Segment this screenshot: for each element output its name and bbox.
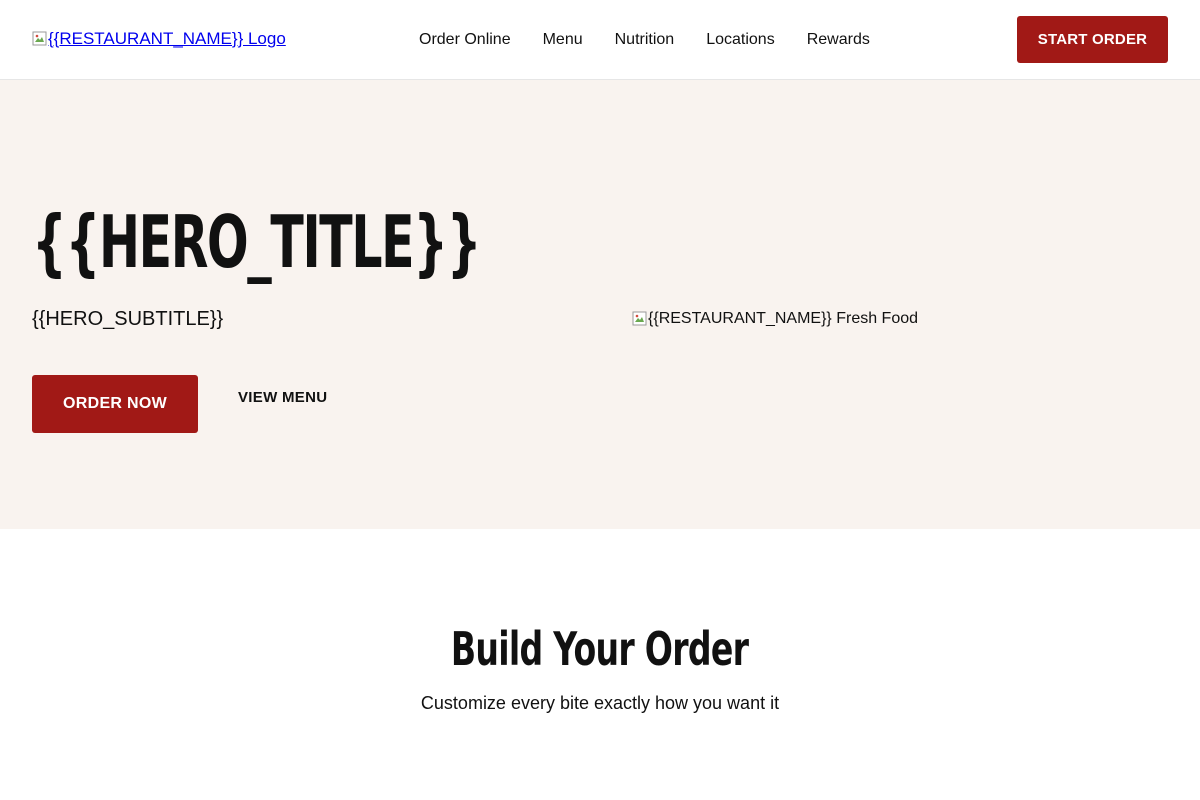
hero-title: {{HERO_TITLE}} (32, 200, 482, 284)
build-your-order-section: Build Your Order Customize every bite ex… (0, 529, 1200, 800)
start-order-button[interactable]: START ORDER (1017, 16, 1168, 63)
broken-image-icon (632, 311, 648, 327)
view-menu-link[interactable]: VIEW MENU (238, 389, 327, 406)
logo-link[interactable]: {{RESTAURANT_NAME}} Logo (32, 28, 286, 50)
hero-image-alt-text: {{RESTAURANT_NAME}} Fresh Food (648, 310, 919, 327)
main-nav: Order Online Menu Nutrition Locations Re… (419, 28, 870, 52)
nav-rewards[interactable]: Rewards (807, 28, 870, 52)
nav-nutrition[interactable]: Nutrition (615, 28, 675, 52)
hero-section: {{HERO_TITLE}} {{HERO_SUBTITLE}} ORDER N… (0, 80, 1200, 529)
logo-alt-text: {{RESTAURANT_NAME}} Logo (48, 29, 286, 48)
section-subtitle: Customize every bite exactly how you wan… (420, 693, 780, 713)
site-header: {{RESTAURANT_NAME}} Logo Order Online Me… (0, 0, 1200, 80)
hero-subtitle: {{HERO_SUBTITLE}} (32, 308, 224, 330)
nav-order-online[interactable]: Order Online (419, 28, 511, 52)
nav-menu[interactable]: Menu (543, 28, 583, 52)
hero-image: {{RESTAURANT_NAME}} Fresh Food (632, 308, 918, 330)
section-title: Build Your Order (0, 621, 1200, 677)
broken-image-icon (32, 31, 48, 47)
order-now-button[interactable]: ORDER NOW (32, 375, 198, 433)
nav-locations[interactable]: Locations (706, 28, 775, 52)
section-title-text: Build Your Order (451, 622, 749, 676)
